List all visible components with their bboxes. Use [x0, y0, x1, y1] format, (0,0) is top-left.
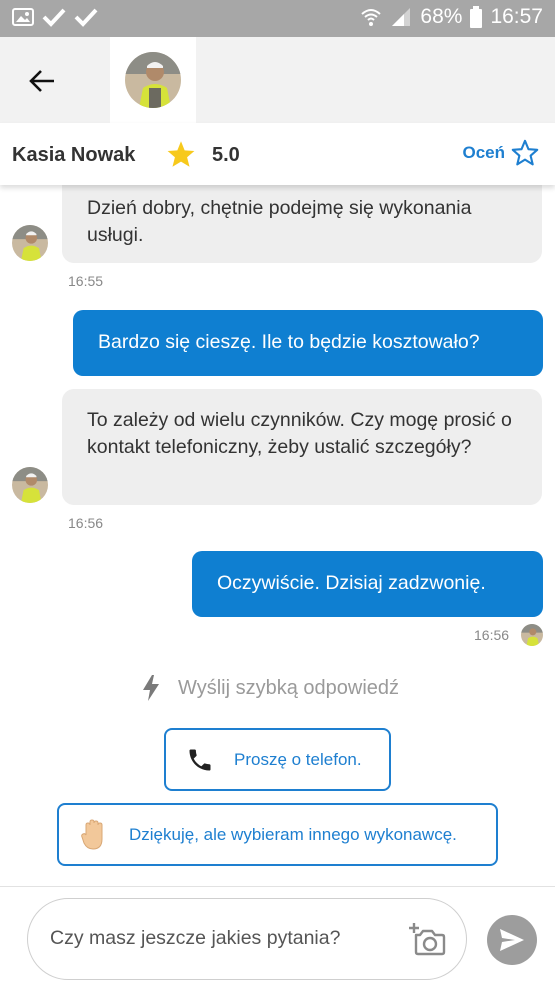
message-time: 16:56	[474, 627, 510, 643]
battery-icon	[470, 6, 483, 28]
message-text: Bardzo się cieszę. Ile to będzie kosztow…	[98, 331, 480, 353]
avatar	[12, 225, 48, 261]
back-button[interactable]	[22, 63, 62, 99]
message-text: To zależy od wielu czynników. Czy mogę p…	[87, 409, 512, 458]
send-icon	[500, 929, 524, 951]
outgoing-message: Bardzo się cieszę. Ile to będzie kosztow…	[73, 310, 543, 376]
message-time: 16:56	[68, 515, 104, 531]
phone-icon	[189, 749, 211, 770]
camera-icon	[409, 923, 446, 956]
incoming-message: Dzień dobry, chętnie podejmę się wykonan…	[62, 185, 542, 263]
message-time: 16:55	[68, 273, 104, 289]
clock: 16:57	[490, 5, 543, 28]
message-input-container[interactable]	[27, 898, 467, 980]
send-button[interactable]	[487, 915, 537, 965]
check-icon	[74, 7, 98, 27]
read-receipt-avatar	[521, 624, 543, 646]
star-outline-icon	[511, 139, 539, 166]
message-text: Oczywiście. Dzisiaj zadzwonię.	[217, 572, 486, 594]
hand-icon	[81, 818, 103, 850]
star-icon	[166, 140, 196, 173]
message-input[interactable]	[50, 927, 380, 950]
camera-button[interactable]	[408, 921, 446, 962]
signal-icon	[390, 6, 412, 28]
outgoing-message: Oczywiście. Dzisiaj zadzwonię.	[192, 551, 543, 617]
profile-bar: Kasia Nowak 5.0 Oceń	[0, 123, 555, 185]
top-bar	[0, 37, 555, 123]
check-icon	[42, 7, 66, 27]
back-arrow-icon	[29, 70, 54, 92]
lightning-icon	[143, 675, 159, 701]
contact-name: Kasia Nowak	[12, 144, 136, 166]
status-bar: 68% 16:57	[0, 0, 555, 37]
image-icon	[12, 7, 34, 27]
contact-avatar-tile[interactable]	[110, 37, 196, 123]
wifi-icon	[360, 6, 382, 28]
rate-button[interactable]: Oceń	[462, 139, 539, 166]
message-input-bar	[0, 886, 555, 987]
rating-value: 5.0	[212, 144, 240, 166]
quick-reply-phone[interactable]: Proszę o telefon.	[164, 728, 391, 791]
avatar	[125, 52, 181, 108]
rate-label: Oceń	[462, 142, 505, 162]
incoming-message: To zależy od wielu czynników. Czy mogę p…	[62, 389, 542, 505]
battery-percent: 68%	[420, 5, 463, 28]
quick-reply-decline[interactable]: Dziękuję, ale wybieram innego wykonawcę.	[57, 803, 498, 866]
avatar	[12, 467, 48, 503]
quick-reply-text: Dziękuję, ale wybieram innego wykonawcę.	[129, 824, 457, 844]
quick-reply-title: Wyślij szybką odpowiedź	[142, 675, 399, 701]
quick-reply-label: Wyślij szybką odpowiedź	[178, 676, 400, 699]
chat-area[interactable]: Dzień dobry, chętnie podejmę się wykonan…	[0, 185, 555, 885]
quick-reply-text: Proszę o telefon.	[234, 749, 362, 769]
message-text: Dzień dobry, chętnie podejmę się wykonan…	[87, 197, 472, 246]
